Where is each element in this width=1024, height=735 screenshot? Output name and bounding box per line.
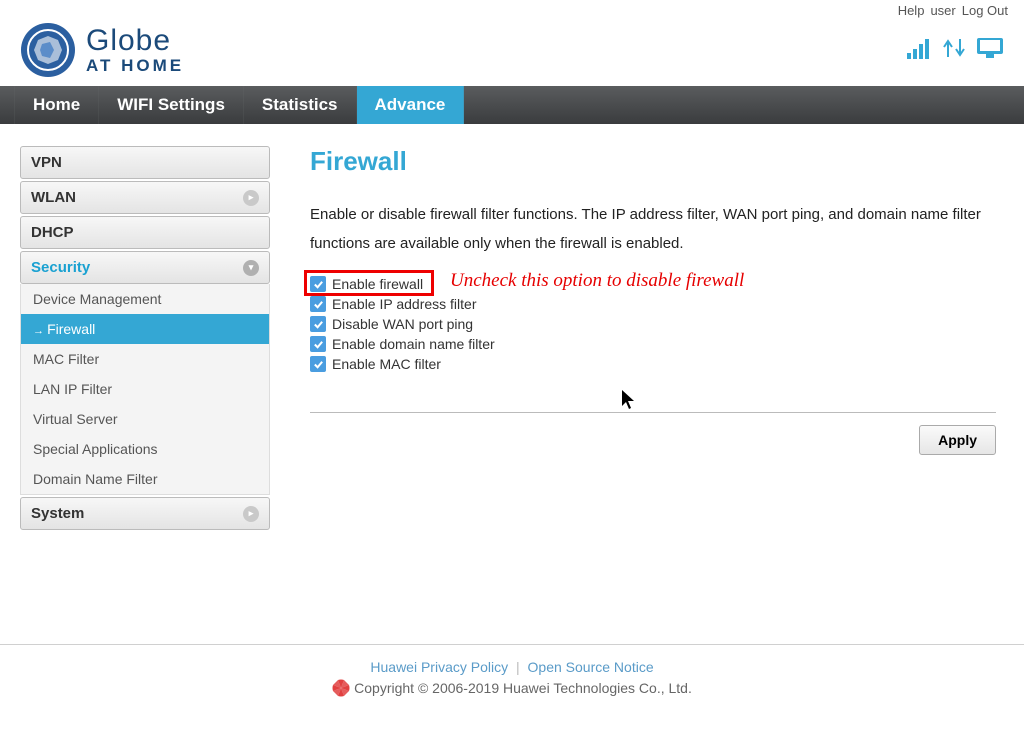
sidebar-item-firewall[interactable]: Firewall (21, 314, 269, 344)
check-label: Enable MAC filter (332, 356, 441, 372)
top-links: Help user Log Out (0, 0, 1024, 18)
checkbox-icon[interactable] (310, 356, 326, 372)
copyright-text: Copyright © 2006-2019 Huawei Technologie… (354, 680, 692, 696)
check-enable-domain-filter[interactable]: Enable domain name filter (310, 336, 996, 352)
signal-icon (906, 37, 932, 59)
checkbox-list: Uncheck this option to disable firewall … (310, 276, 996, 372)
sidebar-item-virtual-server[interactable]: Virtual Server (21, 404, 269, 434)
sidebar-item-special-applications[interactable]: Special Applications (21, 434, 269, 464)
apply-button[interactable]: Apply (919, 425, 996, 455)
page-description: Enable or disable firewall filter functi… (310, 201, 996, 258)
sidebar-label: System (31, 505, 84, 522)
sidebar-group-dhcp[interactable]: DHCP (20, 216, 270, 249)
checkbox-icon[interactable] (310, 316, 326, 332)
check-label: Disable WAN port ping (332, 316, 473, 332)
globe-logo-icon (20, 22, 76, 78)
huawei-logo-icon (332, 679, 350, 697)
footer: Huawei Privacy Policy | Open Source Noti… (0, 644, 1024, 717)
brand-subtitle: AT HOME (86, 56, 184, 76)
main-nav: Home WIFI Settings Statistics Advance (0, 86, 1024, 124)
annotation-text: Uncheck this option to disable firewall (450, 270, 744, 292)
sidebar-label: WLAN (31, 189, 76, 206)
help-link[interactable]: Help (898, 3, 925, 18)
sidebar-group-vpn[interactable]: VPN (20, 146, 270, 179)
logout-link[interactable]: Log Out (962, 3, 1008, 18)
sidebar: VPN WLAN ▸ DHCP Security ▾ Device Manage… (20, 146, 270, 584)
separator: | (516, 659, 520, 675)
brand: Globe AT HOME (20, 22, 184, 78)
chevron-icon: ▸ (243, 190, 259, 206)
sidebar-label: VPN (31, 154, 62, 171)
check-label: Enable firewall (332, 276, 423, 292)
nav-home[interactable]: Home (14, 86, 99, 124)
nav-wifi-settings[interactable]: WIFI Settings (99, 86, 244, 124)
status-icons (906, 37, 1004, 63)
checkbox-icon[interactable] (310, 296, 326, 312)
sidebar-submenu-security: Device Management Firewall MAC Filter LA… (20, 284, 270, 495)
check-label: Enable domain name filter (332, 336, 495, 352)
chevron-down-icon: ▾ (243, 260, 259, 276)
content: Firewall Enable or disable firewall filt… (270, 146, 1012, 584)
oss-link[interactable]: Open Source Notice (528, 659, 654, 675)
nav-statistics[interactable]: Statistics (244, 86, 357, 124)
sidebar-group-security[interactable]: Security ▾ (20, 251, 270, 284)
chevron-icon: ▸ (243, 506, 259, 522)
monitor-icon (976, 37, 1004, 59)
sidebar-item-lan-ip-filter[interactable]: LAN IP Filter (21, 374, 269, 404)
updown-icon (942, 37, 966, 59)
sidebar-label: DHCP (31, 224, 74, 241)
sidebar-item-device-management[interactable]: Device Management (21, 284, 269, 314)
check-enable-mac-filter[interactable]: Enable MAC filter (310, 356, 996, 372)
brand-name: Globe (86, 24, 184, 58)
divider (310, 412, 996, 413)
checkbox-icon[interactable] (310, 336, 326, 352)
privacy-link[interactable]: Huawei Privacy Policy (370, 659, 508, 675)
sidebar-item-mac-filter[interactable]: MAC Filter (21, 344, 269, 374)
sidebar-label: Security (31, 259, 90, 276)
page-title: Firewall (310, 146, 996, 177)
nav-advance[interactable]: Advance (357, 86, 465, 124)
sidebar-group-wlan[interactable]: WLAN ▸ (20, 181, 270, 214)
checkbox-icon[interactable] (310, 276, 326, 292)
check-enable-ip-filter[interactable]: Enable IP address filter (310, 296, 996, 312)
check-disable-wan-ping[interactable]: Disable WAN port ping (310, 316, 996, 332)
sidebar-item-domain-name-filter[interactable]: Domain Name Filter (21, 464, 269, 494)
sidebar-group-system[interactable]: System ▸ (20, 497, 270, 530)
check-label: Enable IP address filter (332, 296, 477, 312)
header: Globe AT HOME (0, 18, 1024, 86)
user-link[interactable]: user (930, 3, 955, 18)
body: VPN WLAN ▸ DHCP Security ▾ Device Manage… (0, 124, 1024, 644)
